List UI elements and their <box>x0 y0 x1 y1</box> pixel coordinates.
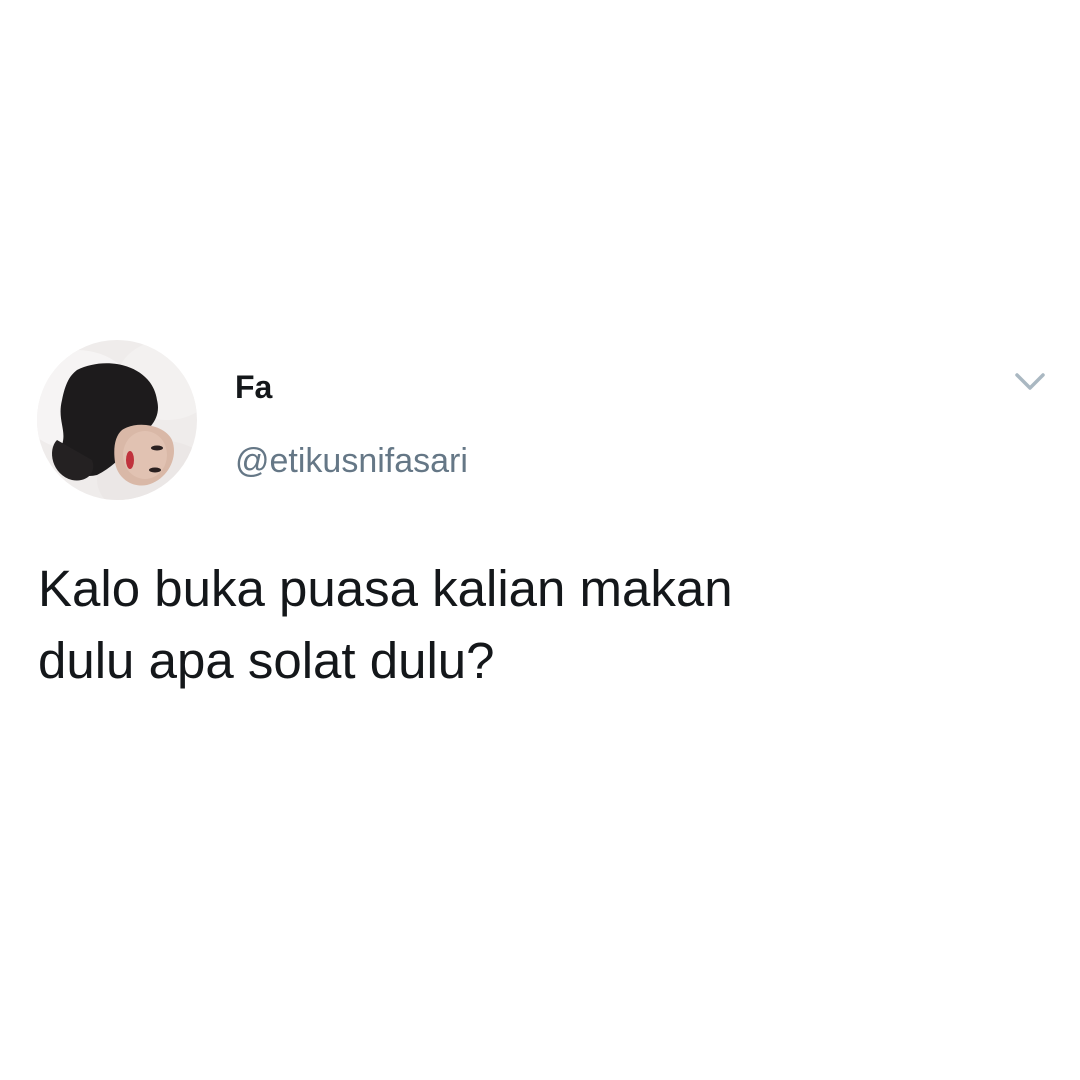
avatar[interactable] <box>37 340 197 500</box>
tweet-card: Fa @etikusnifasari Kalo buka puasa kalia… <box>0 0 1080 1080</box>
author-display-name[interactable]: Fa <box>235 367 272 407</box>
author-handle[interactable]: @etikusnifasari <box>235 440 468 482</box>
avatar-photo <box>37 340 197 500</box>
tweet-screenshot: Fa @etikusnifasari Kalo buka puasa kalia… <box>0 0 1080 1080</box>
tweet-menu-button[interactable] <box>1010 366 1050 398</box>
tweet-text: Kalo buka puasa kalian makan dulu apa so… <box>38 560 733 689</box>
chevron-down-icon <box>1015 373 1045 390</box>
